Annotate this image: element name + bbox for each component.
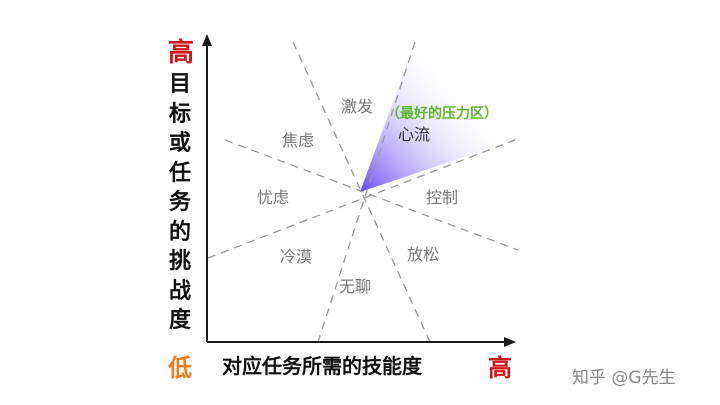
y-axis-title: 目 标 或 任 务 的 挑 战 度 xyxy=(160,70,200,336)
divider-line xyxy=(317,41,416,343)
y-axis-title-char: 目 xyxy=(168,72,191,97)
y-axis-title-char: 挑 xyxy=(168,249,191,274)
y-axis-title-char: 务 xyxy=(168,190,191,215)
zone-boredom-label: 无聊 xyxy=(339,277,372,296)
flow-model-diagram xyxy=(202,34,519,347)
flow-best-zone-note: （最好的压力区） xyxy=(386,106,498,122)
zone-worry-label: 忧虑 xyxy=(257,188,290,207)
x-axis-high-label: 高 xyxy=(488,354,512,382)
y-axis-title-char: 战 xyxy=(168,278,191,304)
zone-anxiety-label: 焦虑 xyxy=(282,131,315,150)
zone-apathy-label: 冷漠 xyxy=(280,247,313,266)
zone-control-label: 控制 xyxy=(426,188,459,207)
y-axis-high-label: 高 xyxy=(168,38,195,68)
origin-low-label: 低 xyxy=(168,354,192,382)
y-axis-title-char: 任 xyxy=(168,160,191,186)
y-axis-title-char: 的 xyxy=(168,219,191,245)
y-axis-title-char: 度 xyxy=(168,308,191,333)
divider-line xyxy=(207,139,516,259)
zone-relaxation-label: 放松 xyxy=(407,245,440,264)
y-axis-title-char: 标 xyxy=(168,101,191,127)
watermark: 知乎 @G先生 xyxy=(572,368,676,388)
y-axis-title-char: 或 xyxy=(168,131,191,156)
zone-arousal-label: 激发 xyxy=(341,97,374,116)
x-axis-arrow xyxy=(504,337,516,347)
zone-flow-label: 心流 xyxy=(398,125,431,144)
y-axis-arrow xyxy=(202,34,212,46)
x-axis-title: 对应任务所需的技能度 xyxy=(222,354,422,378)
